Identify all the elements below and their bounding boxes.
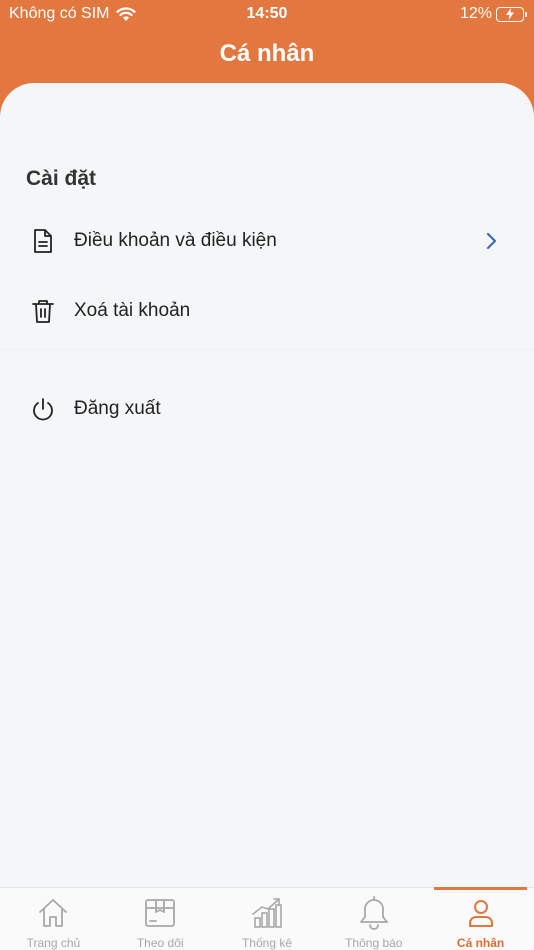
status-time: 14:50: [246, 5, 288, 22]
bell-icon: [359, 896, 388, 930]
section-divider: [0, 349, 534, 350]
terms-label: Điều khoản và điều kiện: [74, 230, 277, 251]
tab-notifications-label: Thông báo: [345, 936, 403, 950]
trash-icon: [32, 300, 54, 323]
package-icon: [145, 899, 176, 927]
chevron-right-icon: [486, 232, 497, 250]
page-title: Cá nhân: [219, 40, 315, 67]
status-battery-group: 12%: [459, 5, 527, 23]
user-icon: [468, 900, 493, 927]
battery-icon: [496, 6, 527, 22]
tab-notifications[interactable]: Thông báo: [320, 888, 427, 950]
delete-account-item[interactable]: Xoá tài khoản: [0, 279, 534, 343]
tab-profile-label: Cá nhân: [456, 936, 505, 950]
delete-account-label: Xoá tài khoản: [74, 300, 191, 321]
tab-statistics-label: Thống kê: [241, 936, 293, 950]
tab-profile[interactable]: Cá nhân: [427, 888, 534, 950]
chart-icon: [252, 898, 282, 928]
content-panel: Cài đặt Điều khoản và điều kiện Xoá tài: [0, 83, 534, 887]
power-icon: [33, 398, 53, 421]
bottom-tab-bar: Trang chủ Theo dõi Thống kê Thông báo Cá…: [0, 887, 534, 950]
home-icon: [39, 899, 68, 927]
tab-home[interactable]: Trang chủ: [0, 888, 107, 950]
status-bar: Không có SIM 14:50 12%: [0, 0, 534, 28]
logout-label: Đăng xuất: [74, 398, 161, 419]
profile-screen: Không có SIM 14:50 12% Cá nhân Cài đặt Đ…: [0, 0, 534, 950]
document-icon: [34, 229, 52, 253]
logout-item[interactable]: Đăng xuất: [0, 377, 534, 441]
terms-and-conditions-item[interactable]: Điều khoản và điều kiện: [0, 209, 534, 273]
tab-home-label: Trang chủ: [26, 936, 81, 950]
charging-bolt-icon: [506, 8, 514, 20]
tab-tracking-label: Theo dõi: [136, 936, 184, 950]
tab-statistics[interactable]: Thống kê: [214, 888, 321, 950]
settings-section-title: Cài đặt: [26, 167, 97, 190]
tab-tracking[interactable]: Theo dõi: [107, 888, 214, 950]
battery-percent: 12%: [459, 5, 492, 22]
